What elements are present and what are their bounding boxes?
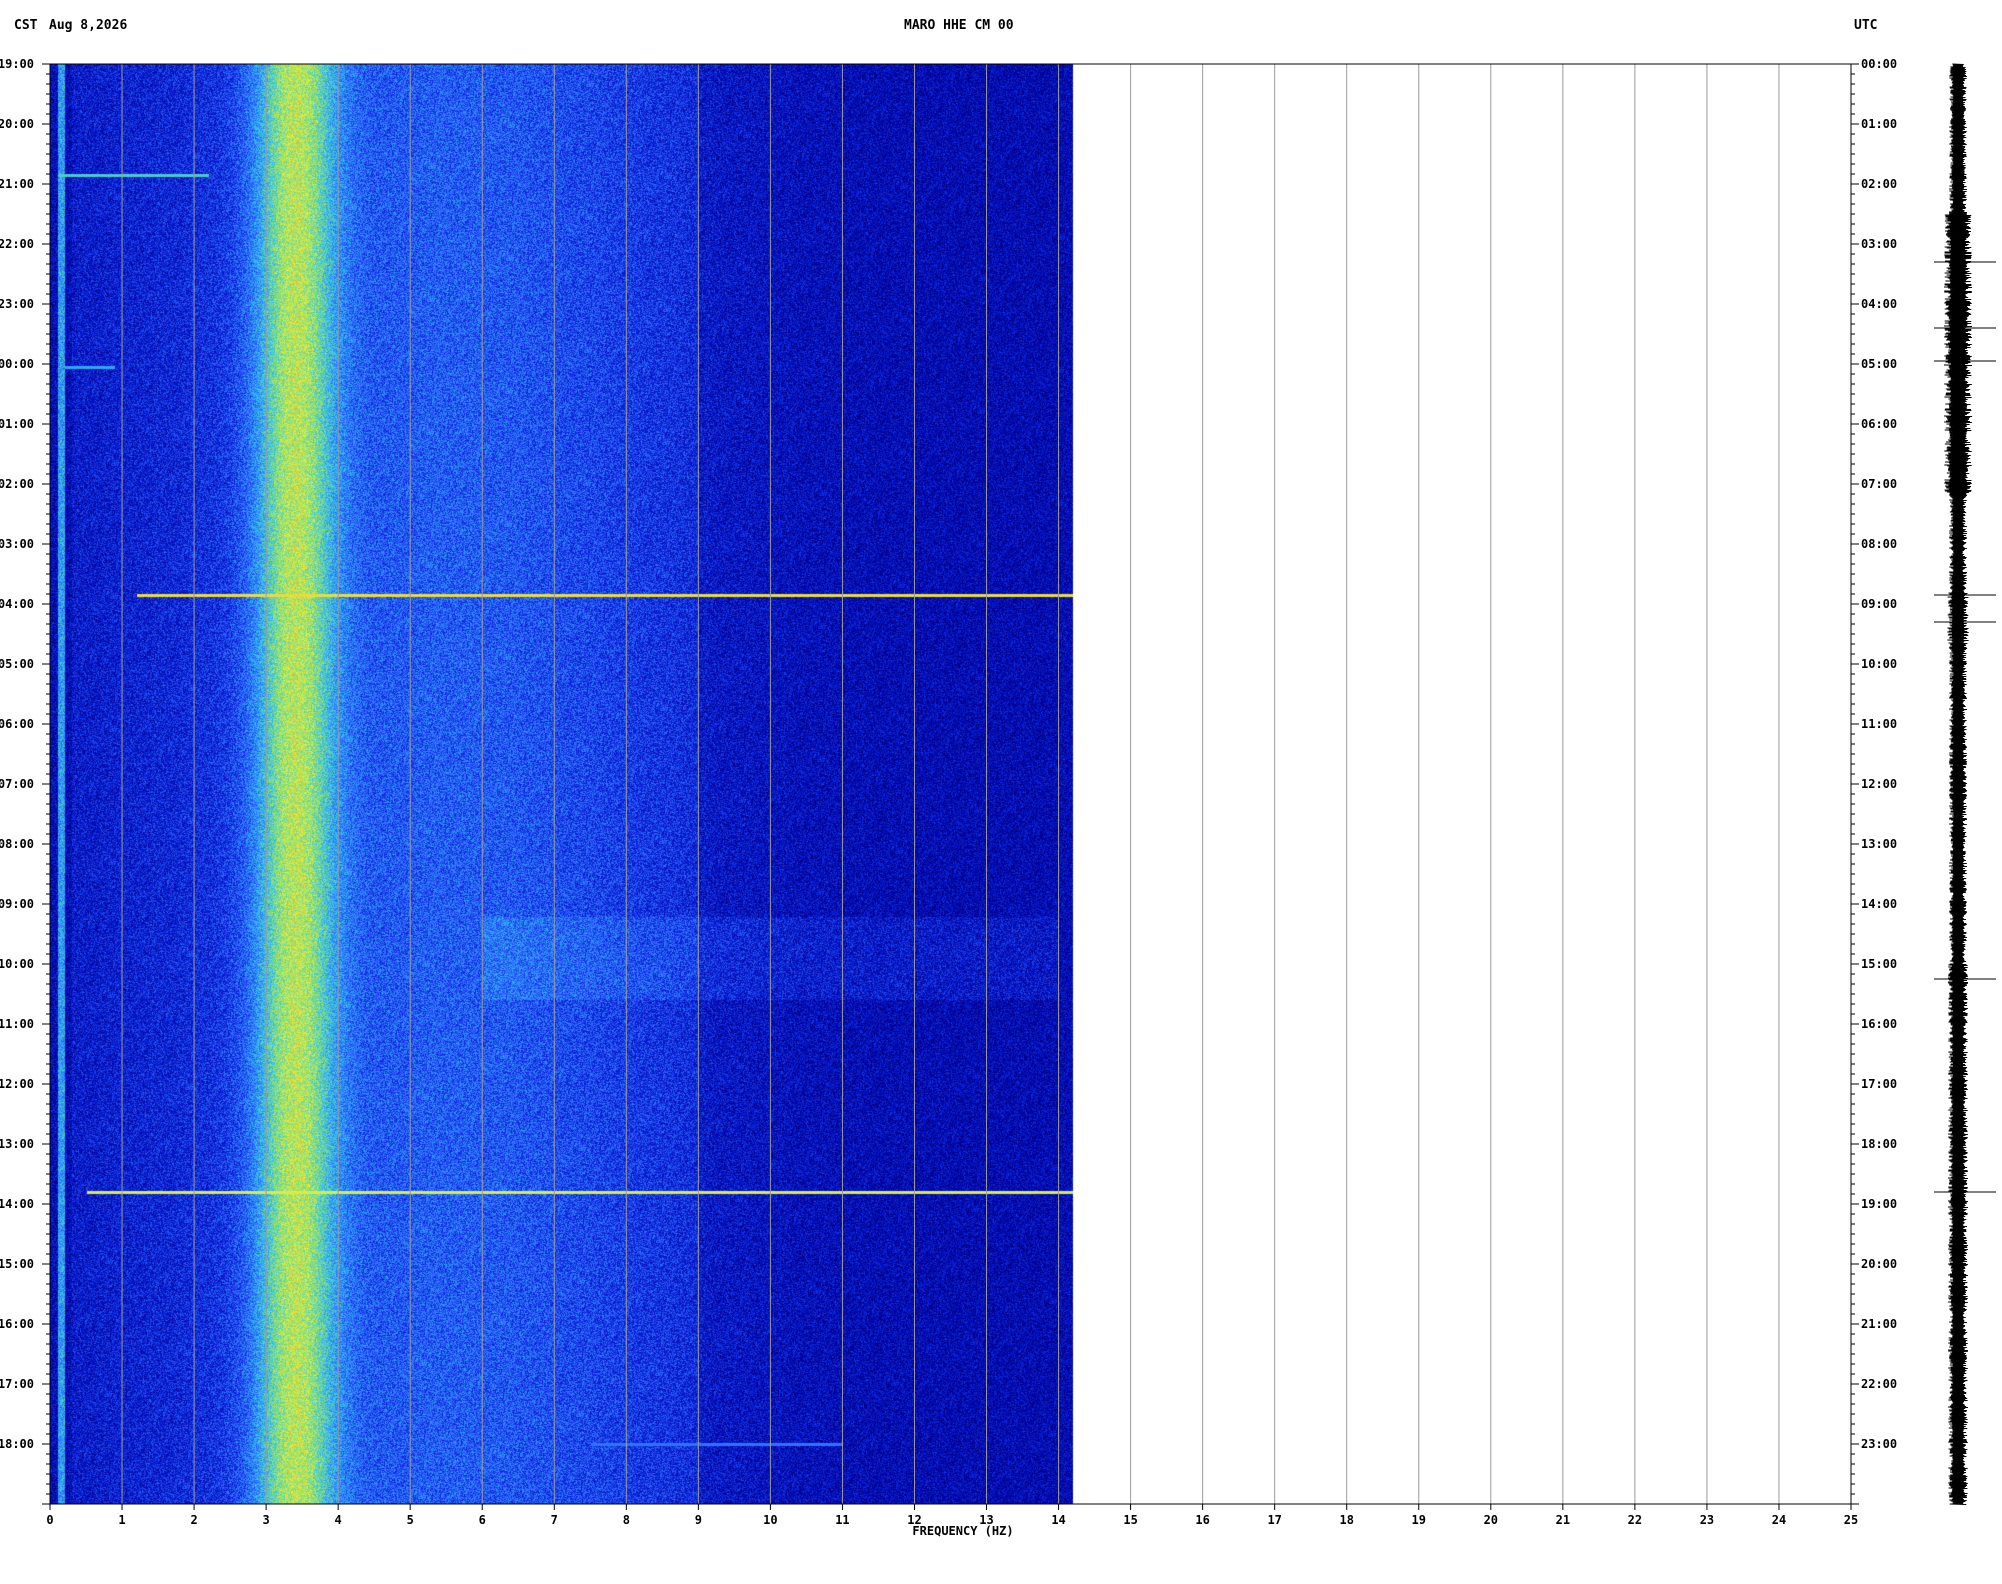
x-tick-label: 8 [623, 1513, 630, 1527]
y-right-tick-label: 07:00 [1861, 477, 1897, 491]
y-left-tick-label: 13:00 [0, 1137, 34, 1151]
y-left-tick-label: 00:00 [0, 357, 34, 371]
x-tick-label: 7 [551, 1513, 558, 1527]
x-tick-label: 5 [407, 1513, 414, 1527]
y-right-tick-label: 04:00 [1861, 297, 1897, 311]
x-tick-label: 2 [190, 1513, 197, 1527]
station-title: MARO HHE CM 00 [904, 18, 1014, 33]
y-left-tick-label: 17:00 [0, 1377, 34, 1391]
y-right-tick-label: 18:00 [1861, 1137, 1897, 1151]
x-tick-label: 6 [479, 1513, 486, 1527]
y-left-tick-label: 07:00 [0, 777, 34, 791]
x-tick-label: 0 [46, 1513, 53, 1527]
y-left-tick-label: 05:00 [0, 657, 34, 671]
y-left-tick-label: 02:00 [0, 477, 34, 491]
y-right-tick-label: 00:00 [1861, 57, 1897, 71]
x-tick-label: 11 [835, 1513, 849, 1527]
y-left-tick-label: 23:00 [0, 297, 34, 311]
y-left-tick-label: 19:00 [0, 57, 34, 71]
y-left-tick-label: 18:00 [0, 1437, 34, 1451]
y-right-tick-label: 03:00 [1861, 237, 1897, 251]
y-left-tick-label: 22:00 [0, 237, 34, 251]
y-right-tick-label: 13:00 [1861, 837, 1897, 851]
y-left-tick-label: 03:00 [0, 537, 34, 551]
y-left-tick-label: 06:00 [0, 717, 34, 731]
y-right-tick-label: 23:00 [1861, 1437, 1897, 1451]
y-left-tick-label: 01:00 [0, 417, 34, 431]
x-tick-label: 14 [1051, 1513, 1065, 1527]
x-tick-label: 15 [1123, 1513, 1137, 1527]
x-tick-label: 22 [1628, 1513, 1642, 1527]
x-tick-label: 23 [1700, 1513, 1714, 1527]
x-tick-label: 1 [118, 1513, 125, 1527]
right-timezone-label: UTC [1854, 18, 1878, 33]
y-left-tick-label: 12:00 [0, 1077, 34, 1091]
x-tick-label: 25 [1844, 1513, 1858, 1527]
x-tick-label: 20 [1484, 1513, 1498, 1527]
y-left-tick-label: 16:00 [0, 1317, 34, 1331]
y-right-tick-label: 21:00 [1861, 1317, 1897, 1331]
y-right-tick-label: 08:00 [1861, 537, 1897, 551]
y-left-tick-label: 09:00 [0, 897, 34, 911]
y-left-tick-label: 04:00 [0, 597, 34, 611]
y-right-tick-label: 06:00 [1861, 417, 1897, 431]
x-axis-title: FREQUENCY (HZ) [912, 1524, 1013, 1538]
x-tick-label: 4 [335, 1513, 342, 1527]
x-tick-label: 18 [1339, 1513, 1353, 1527]
y-right-tick-label: 20:00 [1861, 1257, 1897, 1271]
y-right-tick-label: 12:00 [1861, 777, 1897, 791]
x-tick-label: 21 [1556, 1513, 1570, 1527]
y-left-tick-label: 08:00 [0, 837, 34, 851]
x-tick-label: 24 [1772, 1513, 1786, 1527]
x-tick-label: 17 [1267, 1513, 1281, 1527]
y-right-tick-label: 15:00 [1861, 957, 1897, 971]
y-left-tick-label: 21:00 [0, 177, 34, 191]
y-right-tick-label: 16:00 [1861, 1017, 1897, 1031]
y-right-tick-label: 05:00 [1861, 357, 1897, 371]
left-timezone-label: CST [14, 18, 38, 33]
spectrogram-chart: 0 1 2 3 4 5 6 7 8 9 10 11 12 13 14 15 16 17 18 19 20 21 22 23 24… [0, 57, 1996, 1538]
y-left-tick-label: 15:00 [0, 1257, 34, 1271]
y-right-tick-label: 11:00 [1861, 717, 1897, 731]
x-tick-label: 19 [1412, 1513, 1426, 1527]
x-tick-label: 16 [1195, 1513, 1209, 1527]
y-right-tick-label: 10:00 [1861, 657, 1897, 671]
y-right-tick-label: 22:00 [1861, 1377, 1897, 1391]
y-right-tick-label: 09:00 [1861, 597, 1897, 611]
y-right-tick-label: 14:00 [1861, 897, 1897, 911]
seismogram-trace [1943, 63, 1973, 1505]
y-left-tick-label: 14:00 [0, 1197, 34, 1211]
x-tick-label: 3 [263, 1513, 270, 1527]
x-tick-label: 10 [763, 1513, 777, 1527]
y-right-tick-label: 17:00 [1861, 1077, 1897, 1091]
y-left-tick-label: 11:00 [0, 1017, 34, 1031]
y-left-tick-label: 20:00 [0, 117, 34, 131]
y-right-tick-label: 19:00 [1861, 1197, 1897, 1211]
y-right-tick-label: 02:00 [1861, 177, 1897, 191]
y-left-tick-label: 10:00 [0, 957, 34, 971]
y-right-tick-label: 01:00 [1861, 117, 1897, 131]
date-label: Aug 8,2026 [49, 18, 128, 33]
x-tick-label: 9 [695, 1513, 702, 1527]
